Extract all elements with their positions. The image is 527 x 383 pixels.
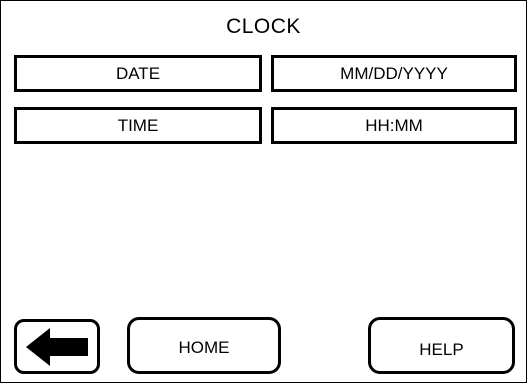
page-title: CLOCK (226, 15, 301, 38)
left-arrow-icon (26, 327, 88, 366)
date-label-text: DATE (115, 63, 161, 83)
time-value-field[interactable]: HH:MM (271, 107, 517, 144)
help-button-label: HELP (419, 340, 464, 359)
date-value-text: MM/DD/YYYY (340, 63, 448, 83)
date-value-field[interactable]: MM/DD/YYYY (271, 55, 517, 92)
time-value-text: HH:MM (365, 115, 423, 135)
back-button[interactable] (14, 319, 100, 374)
home-button-label: HOME (178, 338, 230, 357)
help-button[interactable]: HELP (368, 317, 515, 374)
time-label-text: TIME (117, 115, 159, 135)
date-label: DATE (14, 55, 262, 92)
clock-screen: CLOCK DATE MM/DD/YYYY TIME HH:MM HOME HE… (0, 0, 527, 383)
home-button[interactable]: HOME (127, 317, 281, 374)
time-label: TIME (14, 107, 262, 144)
